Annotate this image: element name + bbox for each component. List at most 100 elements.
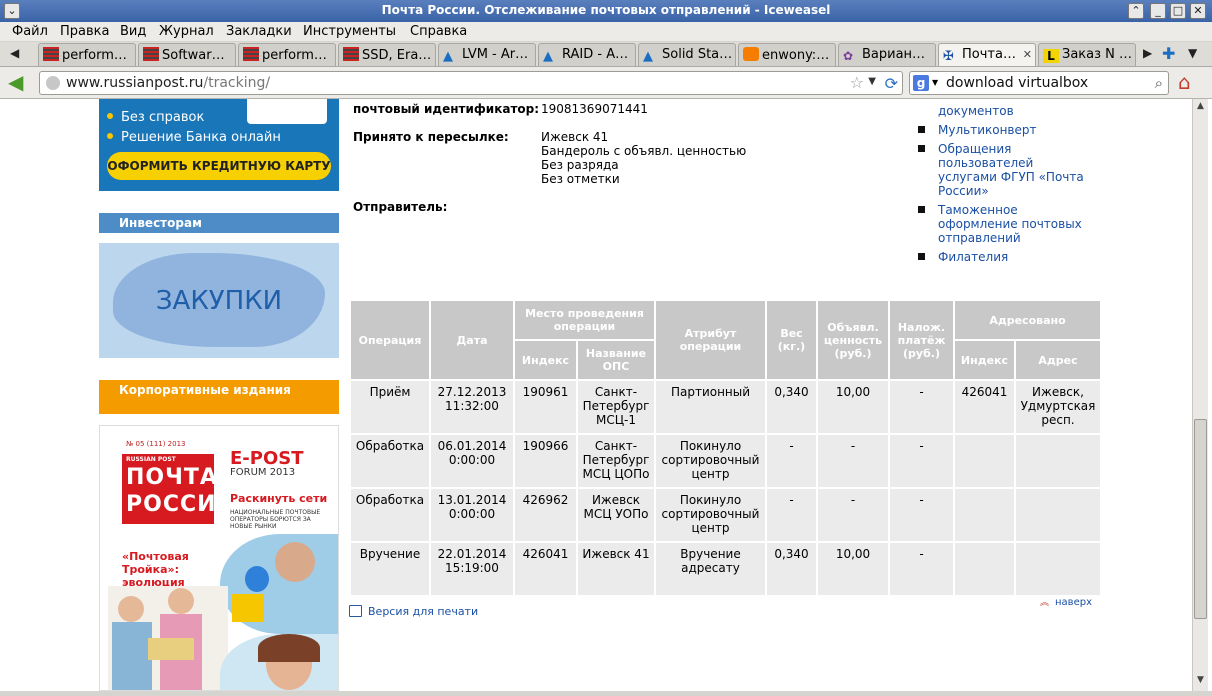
customs-clearance-link[interactable]: Таможенное оформление почтовых отправлен… [938, 203, 1088, 245]
menu-edit[interactable]: Правка [60, 24, 109, 39]
cell-address [1016, 435, 1100, 487]
cell-declared: - [818, 435, 888, 487]
tab-3[interactable]: perform… [238, 43, 336, 66]
cell-index: 426962 [515, 489, 576, 541]
tab-9[interactable]: ✿ Вариан… [838, 43, 936, 66]
reload-icon[interactable]: ⟳ [885, 74, 898, 93]
back-to-top-link[interactable]: ︽ наверх [1040, 595, 1092, 608]
cell-address [1016, 489, 1100, 541]
bookmark-star-icon[interactable]: ☆ [850, 73, 864, 92]
credit-card-banner[interactable]: Без справок Решение Банка онлайн ОФОРМИТ… [99, 99, 339, 191]
tabs-scroll-right-icon[interactable]: ▶ [1143, 46, 1152, 60]
cell-ops: Санкт-Петербург МСЦ ЦОПо [578, 435, 654, 487]
header-cod: Налож. платёж (руб.) [890, 301, 953, 379]
sender-label: Отправитель: [353, 200, 448, 214]
philately-link[interactable]: Филателия [938, 250, 1098, 264]
customer-appeals-link[interactable]: Обращения пользователей услугами ФГУП «П… [938, 142, 1088, 198]
navigation-bar: ◀ www.russianpost.ru/tracking/ ☆ ▼ ⟳ g ▼… [0, 67, 1212, 99]
scrollbar-thumb[interactable] [1194, 419, 1207, 619]
vertical-scrollbar[interactable]: ▲ ▼ [1192, 99, 1208, 691]
credit-card-button[interactable]: ОФОРМИТЬ КРЕДИТНУЮ КАРТУ [107, 152, 331, 180]
back-arrow-icon[interactable]: ◀ [8, 72, 32, 94]
tab-11[interactable]: L Заказ N … [1038, 43, 1136, 66]
header-attribute: Атрибут операции [656, 301, 765, 379]
cell-declared: - [818, 489, 888, 541]
bar-chart-icon [143, 47, 159, 61]
cell-addr-index [955, 489, 1014, 541]
cell-operation: Вручение [351, 543, 429, 595]
bar-chart-icon [243, 47, 259, 61]
documents-link[interactable]: документов [938, 104, 1098, 118]
header-date: Дата [431, 301, 513, 379]
close-tab-icon[interactable]: ✕ [1023, 48, 1032, 61]
scroll-up-window-button[interactable]: ⌃ [1128, 3, 1144, 19]
tab-6[interactable]: ▲ RAID - A… [538, 43, 636, 66]
scroll-up-icon[interactable]: ▲ [1193, 101, 1208, 115]
tab-5[interactable]: ▲ LVM - Ar… [438, 43, 536, 66]
minimize-button[interactable]: _ [1150, 3, 1166, 19]
cell-operation: Обработка [351, 489, 429, 541]
cell-ops: Ижевск 41 [578, 543, 654, 595]
tab-8[interactable]: enwony:… [738, 43, 836, 66]
search-icon[interactable]: ⌕ [1155, 74, 1163, 92]
menu-bar: Файл Правка Вид Журнал Закладки Инструме… [0, 22, 1212, 42]
arch-icon: ▲ [543, 49, 553, 64]
magazine-cover[interactable]: № 05 (111) 2013 RUSSIAN POST ПОЧТА РОССИ… [99, 425, 339, 691]
arch-icon: ▲ [643, 49, 653, 64]
home-icon[interactable]: ⌂ [1178, 71, 1200, 93]
window-title: Почта России. Отслеживание почтовых отпр… [381, 3, 831, 17]
search-engine-dropdown-icon[interactable]: ▼ [932, 78, 938, 87]
investors-heading[interactable]: Инвесторам [99, 213, 339, 233]
cell-cod: - [890, 489, 953, 541]
tab-4[interactable]: SSD, Era… [338, 43, 436, 66]
corporate-publications-heading[interactable]: Корпоративные издания [99, 380, 339, 414]
qr-code-image [247, 99, 327, 124]
accepted-line: Бандероль с объявл. ценностью [541, 144, 747, 158]
menu-view[interactable]: Вид [120, 24, 146, 39]
table-row: Обработка 13.01.2014 0:00:00 426962 Ижев… [351, 489, 1100, 541]
cell-date: 06.01.2014 0:00:00 [431, 435, 513, 487]
cell-attribute: Покинуло сортировочный центр [656, 435, 765, 487]
tab-10-active[interactable]: ✠ Почта… ✕ [938, 43, 1036, 66]
url-text: www.russianpost.ru/tracking/ [66, 75, 271, 91]
multienvelope-link[interactable]: Мультиконверт [938, 123, 1098, 137]
accepted-line: Ижевск 41 [541, 130, 609, 144]
tab-2[interactable]: Softwar… [138, 43, 236, 66]
cell-weight: 0,340 [767, 543, 816, 595]
new-tab-icon[interactable]: ✚ [1162, 44, 1175, 63]
tab-7[interactable]: ▲ Solid Sta… [638, 43, 736, 66]
url-bar[interactable]: www.russianpost.ru/tracking/ ☆ ▼ ⟳ [39, 71, 903, 95]
menu-history[interactable]: Журнал [159, 24, 214, 39]
scroll-down-icon[interactable]: ▼ [1193, 675, 1208, 689]
tab-1[interactable]: perform… [38, 43, 136, 66]
maximize-button[interactable]: □ [1170, 3, 1186, 19]
procurement-label: ЗАКУПКИ [155, 286, 283, 316]
menu-file[interactable]: Файл [12, 24, 48, 39]
header-addressed: Адресовано [955, 301, 1100, 339]
close-window-button[interactable]: ✕ [1190, 3, 1206, 19]
list-bullet [918, 126, 925, 133]
cell-cod: - [890, 435, 953, 487]
bar-chart-icon [43, 47, 59, 61]
search-input[interactable]: download virtualbox [946, 75, 1088, 91]
window-bottom-border [0, 691, 1212, 696]
header-index: Индекс [515, 341, 576, 379]
tab-list-icon[interactable]: ▼ [1188, 46, 1197, 60]
table-row: Обработка 06.01.2014 0:00:00 190966 Санк… [351, 435, 1100, 487]
search-engine-icon[interactable]: g [913, 75, 929, 91]
search-bar[interactable]: g ▼ download virtualbox ⌕ [909, 71, 1169, 95]
tabs-scroll-left-icon[interactable]: ◀ [10, 46, 19, 60]
print-version-link[interactable]: Версия для печати [349, 605, 478, 618]
history-dropdown-icon[interactable]: ▼ [868, 76, 876, 87]
cell-address [1016, 543, 1100, 595]
menu-help[interactable]: Справка [410, 24, 467, 39]
list-bullet [918, 145, 925, 152]
accepted-value: Ижевск 41 Бандероль с объявл. ценностью … [541, 130, 746, 186]
menu-tools[interactable]: Инструменты [303, 24, 396, 39]
cell-ops: Санкт-Петербург МСЦ-1 [578, 381, 654, 433]
magazine-epost: E-POST [230, 448, 304, 469]
cell-weight: - [767, 435, 816, 487]
procurement-banner[interactable]: ЗАКУПКИ [99, 243, 339, 358]
menu-bookmarks[interactable]: Закладки [226, 24, 292, 39]
cell-addr-index [955, 435, 1014, 487]
